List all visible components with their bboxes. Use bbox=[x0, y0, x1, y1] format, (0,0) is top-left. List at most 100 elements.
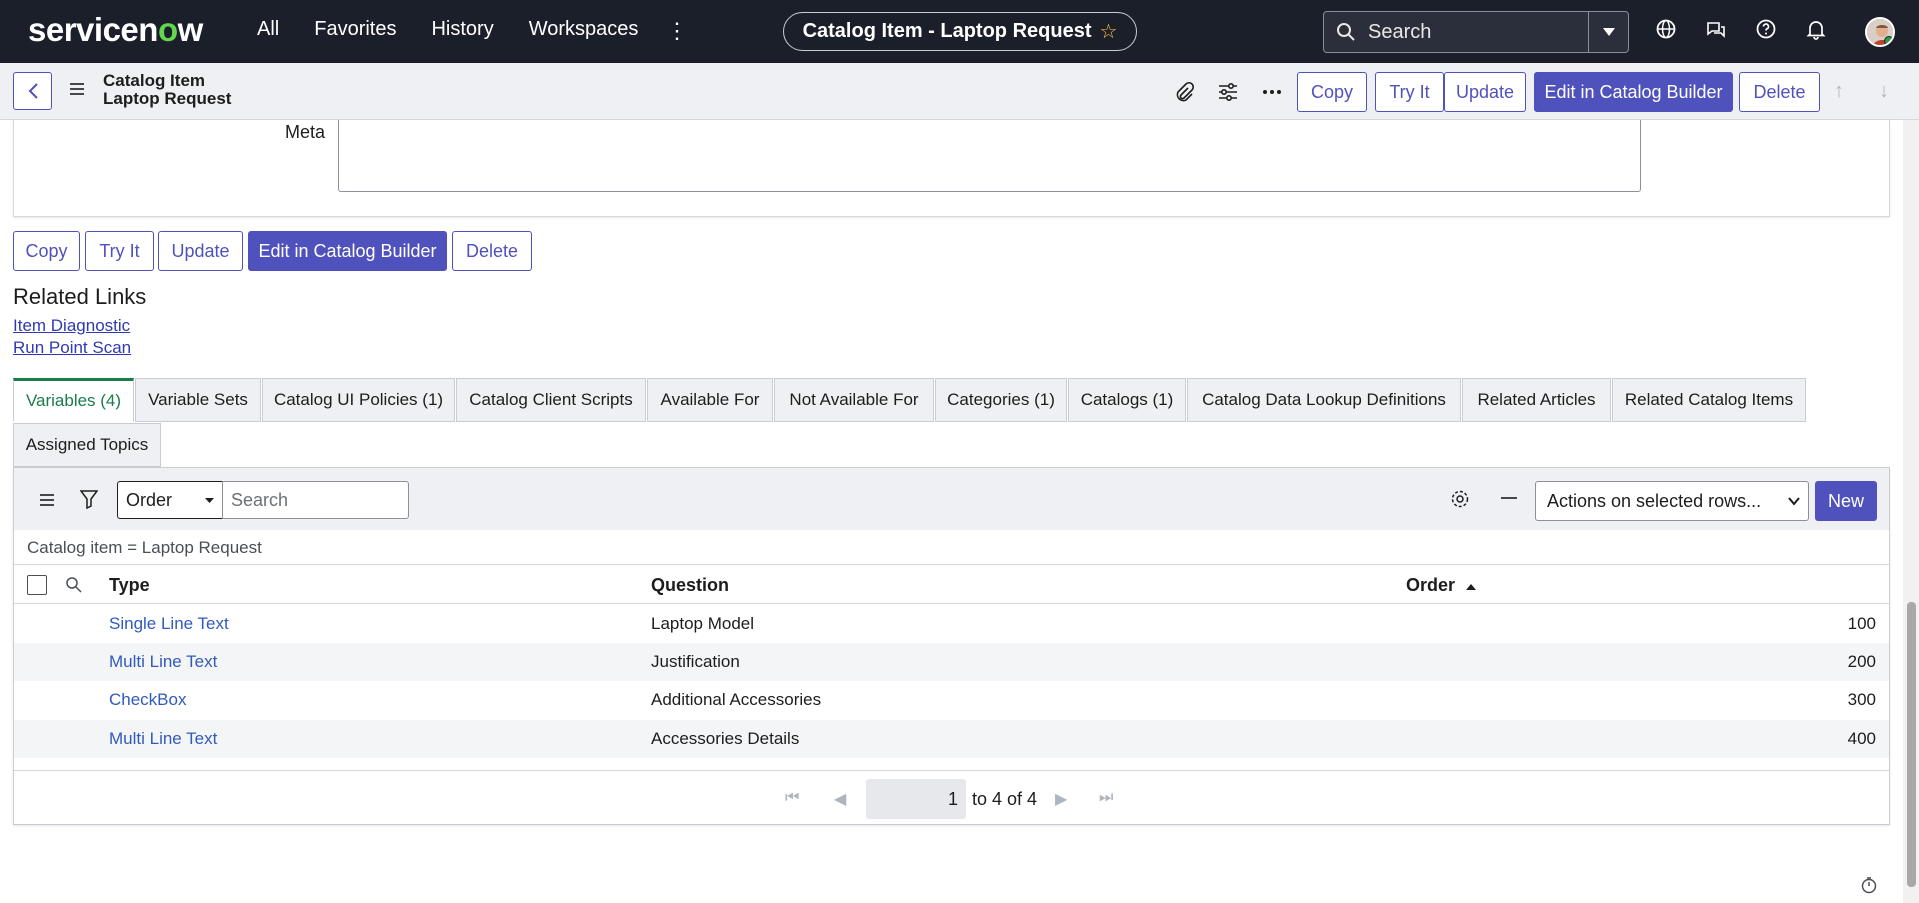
try-it-button[interactable]: Try It bbox=[85, 231, 154, 271]
bell-icon[interactable] bbox=[1805, 18, 1827, 40]
table-row: CheckBox Additional Accessories 300 bbox=[14, 681, 1889, 719]
tab-catalog-data-lookup-definitions[interactable]: Catalog Data Lookup Definitions bbox=[1187, 378, 1461, 422]
table-row: Single Line Text Laptop Model 100 bbox=[14, 605, 1889, 643]
search-field-select[interactable]: Order bbox=[117, 481, 223, 519]
more-options-icon[interactable] bbox=[1261, 81, 1283, 103]
tab-assigned-topics[interactable]: Assigned Topics bbox=[13, 423, 161, 467]
nav-all[interactable]: All bbox=[257, 18, 279, 41]
caret-down-icon bbox=[205, 498, 214, 503]
run-point-scan-link[interactable]: Run Point Scan bbox=[13, 338, 131, 358]
tab-categories[interactable]: Categories (1) bbox=[935, 378, 1067, 422]
chat-icon[interactable] bbox=[1705, 18, 1727, 40]
sort-ascending-icon bbox=[1466, 584, 1477, 590]
column-search-icon[interactable] bbox=[65, 576, 83, 594]
tab-related-articles[interactable]: Related Articles bbox=[1462, 378, 1611, 422]
previous-page-icon[interactable]: ◀ bbox=[834, 789, 846, 809]
tab-catalog-client-scripts[interactable]: Catalog Client Scripts bbox=[456, 378, 646, 422]
paperclip-icon[interactable] bbox=[1173, 81, 1195, 103]
previous-record-icon[interactable]: ↑ bbox=[1834, 80, 1844, 103]
row-type-link[interactable]: Multi Line Text bbox=[109, 652, 217, 672]
help-icon[interactable] bbox=[1755, 18, 1777, 40]
personalize-form-icon[interactable] bbox=[1217, 81, 1239, 103]
chevron-down-icon bbox=[1788, 497, 1800, 506]
chevron-down-icon bbox=[1602, 28, 1615, 36]
tab-variables[interactable]: Variables (4) bbox=[13, 378, 134, 422]
actions-select-value: Actions on selected rows... bbox=[1547, 490, 1762, 511]
tab-related-catalog-items[interactable]: Related Catalog Items bbox=[1612, 378, 1806, 422]
nav-links: All Favorites History Workspaces bbox=[257, 18, 673, 41]
actions-on-selected-select[interactable]: Actions on selected rows... bbox=[1535, 481, 1809, 521]
row-question: Laptop Model bbox=[651, 614, 755, 633]
page-number-input[interactable]: 1 bbox=[866, 779, 966, 819]
record-title-pill[interactable]: Catalog Item - Laptop Request ☆ bbox=[783, 12, 1137, 51]
next-page-icon[interactable]: ▶ bbox=[1055, 789, 1067, 809]
search-input[interactable]: Search bbox=[1368, 21, 1588, 44]
next-record-icon[interactable]: ↓ bbox=[1879, 80, 1889, 103]
row-order: 300 bbox=[1847, 690, 1876, 709]
row-type-link[interactable]: Single Line Text bbox=[109, 614, 229, 634]
search-icon bbox=[1337, 23, 1355, 41]
edit-catalog-builder-button[interactable]: Edit in Catalog Builder bbox=[248, 231, 447, 271]
update-button[interactable]: Update bbox=[158, 231, 243, 271]
row-type-link[interactable]: Multi Line Text bbox=[109, 729, 217, 749]
nav-more-icon[interactable]: ⋮ bbox=[666, 18, 688, 44]
variables-list: Order Search Actions on selected rows...… bbox=[13, 467, 1890, 825]
header-try-it-button[interactable]: Try It bbox=[1375, 72, 1444, 112]
chevron-left-icon bbox=[28, 83, 38, 99]
column-header-order[interactable]: Order bbox=[1406, 575, 1477, 596]
star-icon[interactable]: ☆ bbox=[1099, 19, 1117, 44]
row-order: 200 bbox=[1847, 652, 1876, 671]
copy-button[interactable]: Copy bbox=[13, 231, 80, 271]
global-search[interactable]: Search bbox=[1323, 11, 1629, 53]
list-menu-icon[interactable] bbox=[39, 493, 55, 507]
list-breadcrumb[interactable]: Catalog item = Laptop Request bbox=[27, 538, 262, 558]
servicenow-logo[interactable]: servicenow bbox=[28, 11, 203, 49]
column-header-order-label: Order bbox=[1406, 575, 1456, 595]
tab-variable-sets[interactable]: Variable Sets bbox=[135, 378, 261, 422]
column-header-type[interactable]: Type bbox=[109, 575, 150, 596]
select-all-checkbox[interactable] bbox=[27, 575, 47, 595]
form-title-table: Catalog Item bbox=[103, 71, 206, 90]
tab-catalogs[interactable]: Catalogs (1) bbox=[1068, 378, 1186, 422]
header-edit-catalog-builder-button[interactable]: Edit in Catalog Builder bbox=[1534, 72, 1733, 112]
nav-favorites[interactable]: Favorites bbox=[314, 18, 396, 41]
collapse-icon[interactable] bbox=[1500, 492, 1518, 504]
search-scope-dropdown[interactable] bbox=[1588, 12, 1628, 52]
item-diagnostic-link[interactable]: Item Diagnostic bbox=[13, 316, 130, 336]
header-delete-button[interactable]: Delete bbox=[1739, 72, 1820, 112]
last-page-icon[interactable]: ⏭ bbox=[1099, 789, 1113, 807]
tab-not-available-for[interactable]: Not Available For bbox=[774, 378, 934, 422]
pagination: ⏮ ◀ 1 to 4 of 4 ▶ ⏭ bbox=[14, 770, 1889, 826]
page-range-text: to 4 of 4 bbox=[972, 789, 1038, 809]
top-nav: servicenow All Favorites History Workspa… bbox=[0, 0, 1919, 63]
delete-button[interactable]: Delete bbox=[452, 231, 532, 271]
record-title: Catalog Item - Laptop Request bbox=[802, 20, 1092, 42]
meta-label: Meta bbox=[285, 122, 326, 142]
nav-history[interactable]: History bbox=[431, 18, 493, 41]
context-menu-icon[interactable] bbox=[69, 82, 85, 96]
row-order: 400 bbox=[1847, 729, 1876, 748]
header-update-button[interactable]: Update bbox=[1444, 72, 1526, 112]
scrollbar-thumb[interactable] bbox=[1907, 602, 1916, 887]
tab-catalog-ui-policies[interactable]: Catalog UI Policies (1) bbox=[262, 378, 455, 422]
first-page-icon[interactable]: ⏮ bbox=[785, 789, 799, 807]
list-search-input[interactable]: Search bbox=[222, 481, 409, 519]
table-row: Multi Line Text Accessories Details 400 bbox=[14, 720, 1889, 758]
row-question: Justification bbox=[651, 652, 740, 671]
header-copy-button[interactable]: Copy bbox=[1297, 72, 1367, 112]
row-order: 100 bbox=[1847, 614, 1876, 633]
user-avatar[interactable] bbox=[1865, 17, 1895, 47]
nav-workspaces[interactable]: Workspaces bbox=[529, 18, 639, 41]
row-question: Accessories Details bbox=[651, 729, 800, 748]
back-button[interactable] bbox=[13, 72, 52, 110]
new-button[interactable]: New bbox=[1815, 481, 1877, 521]
globe-icon[interactable] bbox=[1655, 18, 1677, 40]
column-header-question[interactable]: Question bbox=[651, 575, 729, 596]
tab-available-for[interactable]: Available For bbox=[647, 378, 773, 422]
row-type-link[interactable]: CheckBox bbox=[109, 690, 186, 710]
list-toolbar: Order Search Actions on selected rows...… bbox=[14, 468, 1889, 530]
gear-icon[interactable] bbox=[1450, 489, 1470, 509]
filter-icon[interactable] bbox=[80, 489, 98, 509]
response-time-icon[interactable] bbox=[1860, 876, 1878, 894]
meta-textarea[interactable] bbox=[338, 120, 1641, 192]
